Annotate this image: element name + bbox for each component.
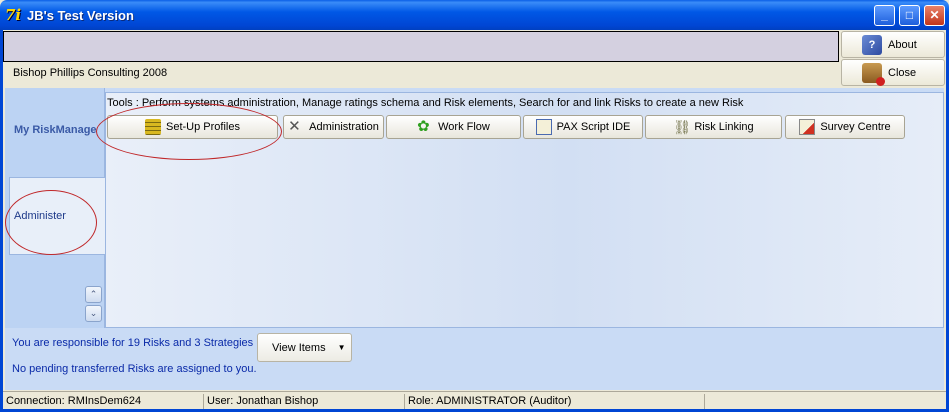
title-bar: 7i JB's Test Version _ □ ✕ — [0, 0, 949, 30]
annotation-circle-setup — [96, 103, 282, 160]
tools-icon: ✕ — [288, 118, 301, 135]
maximize-button[interactable]: □ — [899, 5, 920, 26]
survey-centre-label: Survey Centre — [820, 121, 891, 133]
window-title: JB's Test Version — [27, 8, 134, 23]
risk-linking-label: Risk Linking — [694, 121, 754, 133]
view-items-dropdown[interactable]: View Items ▼ — [257, 333, 352, 362]
about-button[interactable]: ? About — [841, 31, 945, 58]
about-label: About — [888, 38, 917, 51]
administration-label: Administration — [309, 121, 379, 133]
status-user: User: Jonathan Bishop — [204, 394, 405, 409]
administration-button[interactable]: ✕ Administration — [283, 115, 384, 139]
pax-script-ide-label: PAX Script IDE — [556, 121, 631, 133]
chain-icon: ⛓ — [673, 119, 692, 135]
script-icon — [535, 119, 552, 135]
work-flow-label: Work Flow — [438, 121, 490, 133]
close-button[interactable]: Close — [841, 59, 945, 86]
responsible-summary: You are responsible for 19 Risks and 3 S… — [12, 337, 254, 349]
help-book-icon: ? — [862, 34, 882, 55]
annotation-circle-administer — [5, 190, 97, 255]
close-label: Close — [888, 66, 917, 79]
minimize-button[interactable]: _ — [874, 5, 895, 26]
scroll-up-button[interactable]: ⌃ — [85, 286, 102, 303]
gears-icon: ✿ — [417, 118, 430, 135]
chevron-down-icon: ▼ — [337, 343, 346, 352]
status-connection: Connection: RMInsDem624 — [3, 394, 204, 409]
status-role: Role: ADMINISTRATOR (Auditor) — [405, 394, 705, 409]
exit-door-icon — [862, 62, 885, 86]
close-window-button[interactable]: ✕ — [924, 5, 945, 26]
scroll-down-button[interactable]: ⌄ — [85, 305, 102, 322]
pending-transfers-text: No pending transferred Risks are assigne… — [12, 363, 257, 375]
pax-script-ide-button[interactable]: PAX Script IDE — [523, 115, 643, 139]
header-strip — [3, 31, 839, 62]
pencil-icon — [799, 119, 816, 135]
company-label: Bishop Phillips Consulting 2008 — [13, 67, 168, 79]
view-items-label: View Items — [272, 341, 326, 354]
app-icon: 7i — [5, 6, 22, 24]
risk-linking-button[interactable]: ⛓ Risk Linking — [645, 115, 782, 139]
work-flow-button[interactable]: ✿ Work Flow — [386, 115, 521, 139]
status-bar: Connection: RMInsDem624 User: Jonathan B… — [3, 391, 946, 409]
survey-centre-button[interactable]: Survey Centre — [785, 115, 905, 139]
